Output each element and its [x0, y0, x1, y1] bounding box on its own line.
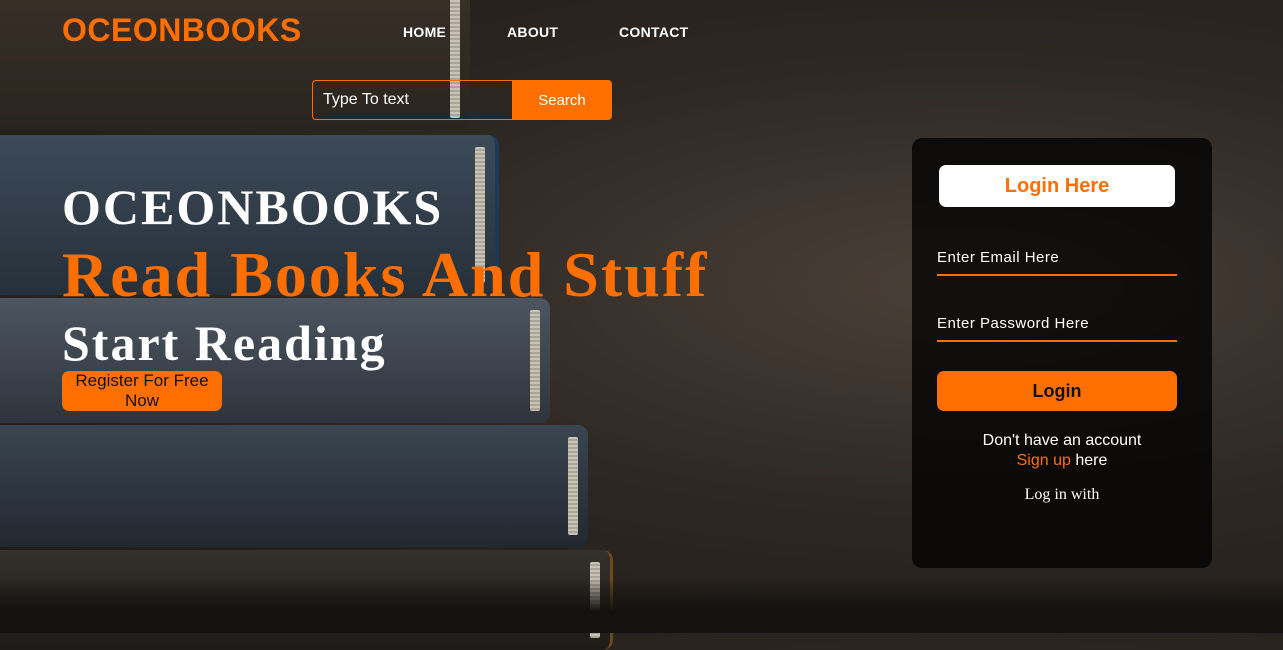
book-spine [0, 425, 588, 547]
no-account-text: Don't have an account [982, 432, 1142, 449]
password-field[interactable] [937, 306, 1177, 342]
search-button[interactable]: Search [512, 80, 612, 120]
hero-start-reading: Start Reading [62, 315, 387, 371]
hero-title: OCEONBOOKS [62, 179, 444, 235]
login-button[interactable]: Login [937, 371, 1177, 411]
login-card: Login Here Login Don't have an account S… [912, 138, 1212, 568]
hero-subtitle: Read Books And Stuff [62, 239, 709, 310]
site-logo[interactable]: OCEONBOOKS [62, 12, 302, 49]
signup-link[interactable]: Sign up [1017, 452, 1071, 469]
login-heading: Login Here [939, 165, 1175, 207]
nav-home-link[interactable]: HOME [403, 24, 446, 40]
search-bar: Search [312, 80, 612, 120]
email-field[interactable] [937, 240, 1177, 276]
floor-shadow [0, 578, 1283, 633]
signup-prompt: Don't have an account Sign up here [912, 431, 1212, 471]
signup-suffix: here [1070, 452, 1108, 469]
login-with-text: Log in with [1024, 486, 1100, 503]
nav-contact-link[interactable]: CONTACT [619, 24, 689, 40]
nav-about-link[interactable]: ABOUT [507, 24, 558, 40]
register-button[interactable]: Register For Free Now [62, 371, 222, 411]
search-input[interactable] [312, 80, 512, 120]
